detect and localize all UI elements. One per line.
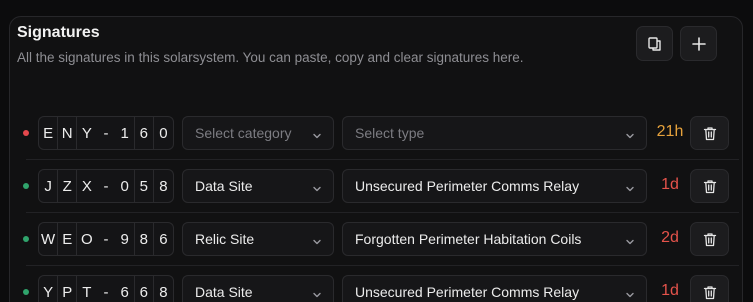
signature-row: J Z X -0 5 8 Data Site Unsecured Perimeter Comm… [0, 168, 753, 204]
signature-row: E N Y -1 6 0 Select category Select type 21h [0, 115, 753, 151]
signature-char[interactable]: P [58, 276, 78, 302]
type-select[interactable]: Unsecured Perimeter Comms Relay [342, 275, 647, 302]
delete-signature-button[interactable] [690, 169, 729, 203]
chevron-down-icon [625, 181, 635, 197]
chevron-down-icon [312, 181, 322, 197]
signature-age: 2d [661, 229, 679, 246]
signature-char[interactable]: 5 [135, 170, 154, 202]
category-select-value: Data Site [195, 178, 253, 194]
category-select[interactable]: Data Site [182, 275, 334, 302]
signature-char[interactable]: 8 [154, 170, 173, 202]
delete-signature-button[interactable] [690, 275, 729, 302]
delete-signature-button[interactable] [690, 116, 729, 150]
signature-age: 1d [661, 176, 679, 193]
type-select[interactable]: Unsecured Perimeter Comms Relay [342, 169, 647, 203]
page-subtitle: All the signatures in this solarsystem. … [17, 50, 524, 65]
type-select[interactable]: Forgotten Perimeter Habitation Coils [342, 222, 647, 256]
signature-char[interactable]: 9 [116, 223, 135, 255]
signature-char[interactable]: - [96, 276, 115, 302]
delete-signature-button[interactable] [690, 222, 729, 256]
chevron-down-icon [625, 234, 635, 250]
category-select-value: Data Site [195, 284, 253, 300]
signature-char[interactable]: Y [77, 117, 96, 149]
signature-char[interactable]: 1 [116, 117, 135, 149]
category-select[interactable]: Relic Site [182, 222, 334, 256]
signature-char[interactable]: 6 [154, 223, 173, 255]
signature-char[interactable]: O [77, 223, 96, 255]
signature-char[interactable]: J [39, 170, 59, 202]
signature-char[interactable]: 8 [135, 223, 154, 255]
row-separator [26, 212, 739, 213]
signature-char[interactable]: 0 [116, 170, 135, 202]
signature-char[interactable]: - [96, 223, 115, 255]
signature-id-input[interactable]: ENY-160 [38, 116, 174, 150]
signature-char[interactable]: E [39, 117, 59, 149]
add-signature-button[interactable] [680, 26, 717, 61]
signature-id-input[interactable]: WEO-986 [38, 222, 174, 256]
signature-char[interactable]: N [58, 117, 78, 149]
type-select[interactable]: Select type [342, 116, 647, 150]
trash-icon [703, 232, 717, 247]
status-dot [23, 236, 29, 242]
copy-icon [647, 36, 661, 51]
signature-char[interactable]: 6 [135, 276, 154, 302]
chevron-down-icon [312, 128, 322, 144]
category-select-value: Select category [195, 125, 292, 141]
row-separator [26, 159, 739, 160]
signature-char[interactable]: - [96, 117, 115, 149]
type-select-value: Select type [355, 125, 425, 141]
type-select-value: Unsecured Perimeter Comms Relay [355, 284, 580, 300]
signature-id-input[interactable]: YPT-668 [38, 275, 174, 302]
trash-icon [703, 179, 717, 194]
row-separator [26, 265, 739, 266]
chevron-down-icon [625, 287, 635, 302]
signature-char[interactable]: E [58, 223, 78, 255]
signature-char[interactable]: X [77, 170, 96, 202]
status-dot [23, 130, 29, 136]
signature-age: 1d [661, 282, 679, 299]
signature-char[interactable]: 8 [154, 276, 173, 302]
signature-char[interactable]: W [39, 223, 59, 255]
status-dot [23, 289, 29, 295]
chevron-down-icon [312, 287, 322, 302]
signature-row: W E O -9 8 6 Relic Site Forgotten Perimeter Hab… [0, 221, 753, 257]
chevron-down-icon [312, 234, 322, 250]
chevron-down-icon [625, 128, 635, 144]
signature-char[interactable]: Y [39, 276, 59, 302]
signature-char[interactable]: 6 [116, 276, 135, 302]
signature-char[interactable]: 0 [154, 117, 173, 149]
signature-char[interactable]: T [77, 276, 96, 302]
page-title: Signatures [17, 24, 100, 41]
signature-row: Y P T -6 6 8 Data Site Unsecured Perimeter Comm… [0, 274, 753, 302]
trash-icon [703, 126, 717, 141]
signature-id-input[interactable]: JZX-058 [38, 169, 174, 203]
type-select-value: Unsecured Perimeter Comms Relay [355, 178, 580, 194]
category-select[interactable]: Select category [182, 116, 334, 150]
category-select-value: Relic Site [195, 231, 255, 247]
trash-icon [703, 285, 717, 300]
signature-age: 21h [656, 123, 684, 140]
category-select[interactable]: Data Site [182, 169, 334, 203]
signature-char[interactable]: Z [58, 170, 78, 202]
type-select-value: Forgotten Perimeter Habitation Coils [355, 231, 582, 247]
plus-icon [691, 36, 706, 51]
copy-signatures-button[interactable] [636, 26, 673, 61]
status-dot [23, 183, 29, 189]
signature-char[interactable]: 6 [135, 117, 154, 149]
signature-char[interactable]: - [96, 170, 115, 202]
